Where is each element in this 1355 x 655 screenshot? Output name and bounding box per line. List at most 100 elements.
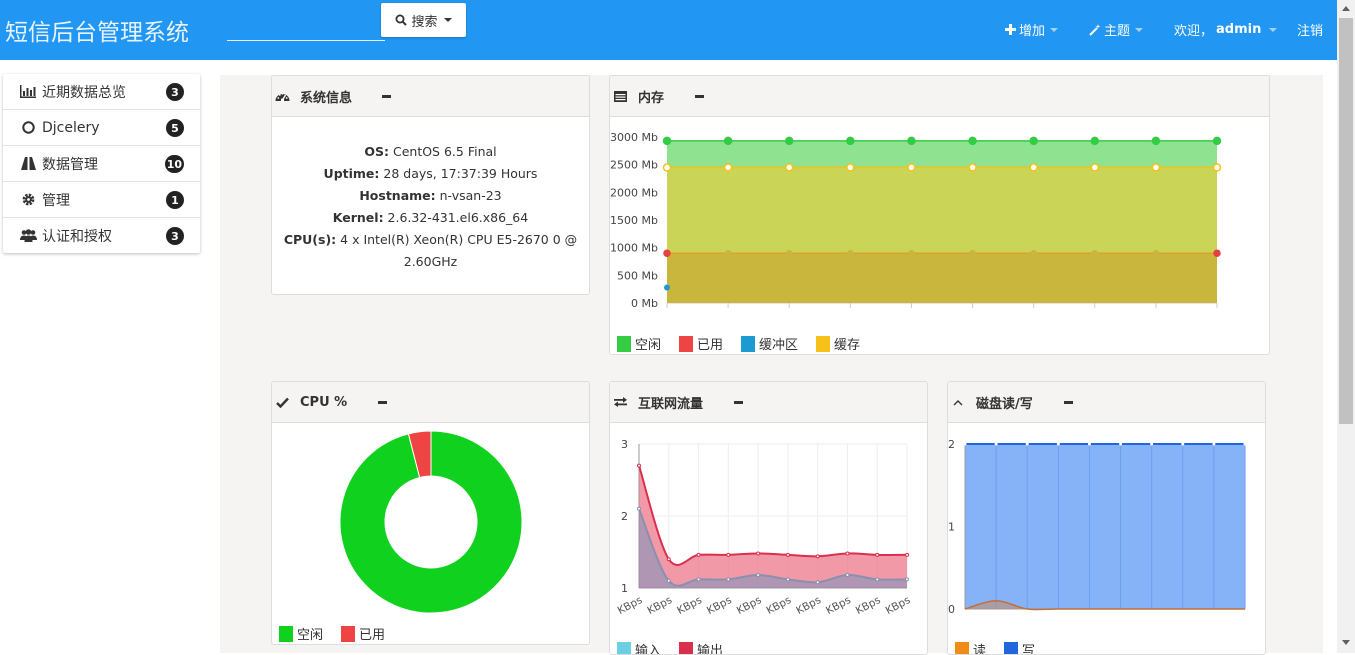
minimize-icon[interactable] — [734, 401, 743, 404]
legend-item[interactable]: 已用 — [341, 624, 385, 643]
panel-title: CPU % — [300, 395, 347, 410]
add-menu[interactable]: 增加 — [1005, 20, 1058, 39]
data-point — [1057, 443, 1060, 446]
data-point — [908, 137, 915, 144]
info-row-kernel: Kernel: 2.6.32-431.el6.x86_64 — [272, 207, 589, 229]
data-point — [1153, 251, 1158, 256]
sidebar-item-label: Djcelery — [42, 120, 100, 136]
check-icon — [274, 395, 290, 409]
username: admin — [1216, 22, 1261, 37]
sidebar-item-label: 数据管理 — [42, 154, 98, 174]
minimize-icon[interactable] — [1064, 401, 1073, 404]
data-point — [1026, 443, 1029, 446]
data-point — [876, 553, 879, 556]
page-scrollbar[interactable] — [1337, 0, 1355, 653]
legend-swatch — [617, 336, 631, 352]
legend-item[interactable]: 缓冲区 — [741, 334, 798, 353]
cpu-legend: 空闲 已用 — [279, 624, 385, 643]
search-input[interactable] — [227, 16, 385, 41]
data-point — [725, 164, 732, 171]
data-point — [787, 251, 792, 256]
minimize-icon[interactable] — [695, 95, 704, 98]
data-point — [969, 164, 976, 171]
system-info-panel: 系统信息 OS: CentOS 6.5 Final Uptime: 28 day… — [271, 75, 590, 295]
sidebar-item-auth[interactable]: 认证和授权 3 — [3, 218, 200, 253]
data-point — [726, 251, 731, 256]
x-tick-label: KBps — [794, 594, 823, 617]
x-tick-label: KBps — [824, 594, 853, 617]
sidebar: 近期数据总览 3 Djcelery 5 数据管理 10 管理 1 认证和授权 3 — [3, 74, 200, 253]
data-point — [1030, 164, 1037, 171]
data-point — [1030, 137, 1037, 144]
y-tick-label: 1500 Mb — [610, 214, 658, 227]
data-point — [786, 164, 793, 171]
road-icon — [19, 157, 37, 171]
data-point — [964, 443, 967, 446]
data-point — [1214, 164, 1221, 171]
app-title[interactable]: 短信后台管理系统 — [5, 13, 189, 47]
info-row-uptime: Uptime: 28 days, 17:37:39 Hours — [272, 163, 589, 185]
data-point — [697, 578, 700, 581]
y-tick-label: 2 — [948, 438, 955, 451]
y-tick-label: 1 — [948, 521, 955, 534]
data-point — [1119, 443, 1122, 446]
y-tick-label: 3 — [621, 438, 628, 451]
scroll-thumb[interactable] — [1339, 18, 1353, 424]
add-menu-label: 增加 — [1019, 20, 1045, 39]
panel-header: CPU % — [272, 382, 589, 423]
count-badge: 10 — [165, 155, 184, 173]
search-button-label: 搜索 — [411, 11, 437, 30]
sidebar-item-admin[interactable]: 管理 1 — [3, 182, 200, 218]
search-button[interactable]: 搜索 — [381, 3, 466, 37]
data-point — [1088, 443, 1091, 446]
welcome-text: 欢迎， — [1174, 20, 1213, 39]
cpu-chart — [272, 423, 589, 623]
x-tick-label: KBps — [765, 594, 794, 617]
scroll-up-arrow-icon[interactable] — [1342, 6, 1350, 11]
data-point — [664, 164, 671, 171]
data-point — [1214, 250, 1220, 256]
sidebar-item-data-management[interactable]: 数据管理 10 — [3, 146, 200, 182]
data-point — [664, 250, 670, 256]
legend-item[interactable]: 缓存 — [816, 334, 860, 353]
network-chart: 123KBpsKBpsKBpsKBpsKBpsKBpsKBpsKBpsKBpsK… — [610, 423, 927, 633]
x-tick-label: KBps — [616, 594, 645, 617]
data-point — [909, 251, 914, 256]
y-tick-label: 1 — [621, 582, 628, 595]
data-point — [1152, 164, 1159, 171]
theme-menu[interactable]: 主题 — [1089, 20, 1143, 39]
data-point — [1031, 251, 1036, 256]
area-已用 — [667, 253, 1217, 303]
plus-icon — [1005, 24, 1016, 35]
sidebar-item-label: 近期数据总览 — [42, 82, 126, 102]
x-tick-label: KBps — [705, 594, 734, 617]
data-point — [816, 555, 819, 558]
sidebar-item-djcelery[interactable]: Djcelery 5 — [3, 110, 200, 146]
data-point — [847, 137, 854, 144]
sidebar-item-label: 认证和授权 — [42, 226, 112, 246]
chevron-up-icon — [950, 395, 966, 409]
system-info-list: OS: CentOS 6.5 Final Uptime: 28 days, 17… — [272, 117, 589, 273]
list-icon — [612, 89, 628, 103]
y-tick-label: 2 — [621, 510, 628, 523]
minimize-icon[interactable] — [382, 95, 391, 98]
data-point — [638, 507, 641, 510]
legend-swatch — [679, 336, 693, 352]
legend-item[interactable]: 空闲 — [617, 334, 661, 353]
users-icon — [19, 229, 37, 243]
legend-swatch — [816, 336, 830, 352]
logout-link[interactable]: 注销 — [1297, 20, 1323, 39]
legend-item[interactable]: 空闲 — [279, 624, 323, 643]
info-row-hostname: Hostname: n-vsan-23 — [272, 185, 589, 207]
minimize-icon[interactable] — [378, 401, 387, 404]
area-输出 — [639, 466, 907, 588]
scroll-down-arrow-icon[interactable] — [1342, 640, 1350, 645]
legend-item[interactable]: 已用 — [679, 334, 723, 353]
count-badge: 5 — [166, 119, 184, 137]
user-menu[interactable]: 欢迎， admin — [1174, 20, 1277, 39]
data-point — [1150, 443, 1153, 446]
memory-chart: 0 Mb500 Mb1000 Mb1500 Mb2000 Mb2500 Mb30… — [610, 117, 1269, 354]
x-tick-label: KBps — [884, 594, 913, 617]
info-row-cpu-freq: 2.60GHz — [272, 251, 589, 273]
sidebar-item-overview[interactable]: 近期数据总览 3 — [3, 74, 200, 110]
